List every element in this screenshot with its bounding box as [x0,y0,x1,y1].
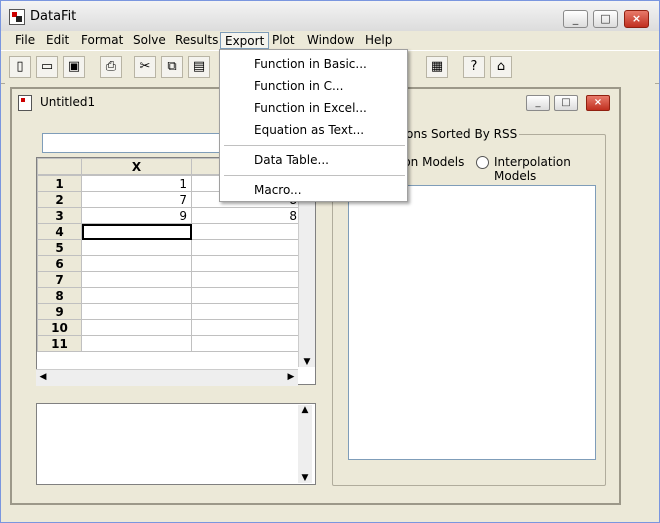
cell-y[interactable] [191,335,302,352]
doc-close-button[interactable]: × [586,95,610,111]
row-header[interactable]: 8 [37,287,82,304]
document-icon [18,95,32,111]
row-header[interactable]: 2 [37,191,82,208]
row-header[interactable]: 9 [37,303,82,320]
notes-scroll-up-icon[interactable]: ▲ [298,405,312,415]
row-header[interactable]: 4 [37,223,82,240]
table-row: 8 [37,287,302,304]
menu-separator [224,145,405,146]
scroll-down-icon[interactable]: ▼ [300,357,314,367]
table-row: 10 [37,319,302,336]
cell-y[interactable]: 8 [191,207,302,224]
cell-x[interactable] [81,271,192,288]
calculator-icon[interactable]: ▦ [426,56,448,78]
export-equation-text[interactable]: Equation as Text... [254,123,364,137]
radio-interpolation-label[interactable]: Interpolation Models [494,155,612,183]
table-row: 11 [37,335,302,352]
export-function-c[interactable]: Function in C... [254,79,343,93]
maximize-button[interactable]: □ [593,10,618,28]
results-list[interactable] [348,185,596,460]
scroll-left-icon[interactable]: ◀ [36,372,50,382]
grid-horizontal-scrollbar[interactable]: ◀ ▶ [36,369,298,386]
menu-help[interactable]: Help [361,32,396,49]
cell-y[interactable] [191,271,302,288]
title-bar[interactable]: DataFit _ □ × [1,1,659,32]
export-data-table[interactable]: Data Table... [254,153,329,167]
doc-minimize-button[interactable]: _ [526,95,550,111]
column-header-x[interactable]: X [81,158,192,175]
menu-solve[interactable]: Solve [129,32,170,49]
table-row: 398 [37,207,302,224]
scroll-right-icon[interactable]: ▶ [284,372,298,382]
table-row: 7 [37,271,302,288]
cell-x[interactable] [81,319,192,336]
menu-window[interactable]: Window [303,32,358,49]
radio-regression-label[interactable]: ion Models [400,155,464,169]
export-function-excel[interactable]: Function in Excel... [254,101,367,115]
notes-scroll-down-icon[interactable]: ▼ [298,473,312,483]
cell-x[interactable] [81,223,192,240]
row-header[interactable]: 5 [37,239,82,256]
table-row: 6 [37,255,302,272]
cell-y[interactable] [191,287,302,304]
menu-file[interactable]: File [11,32,39,49]
radio-interpolation[interactable] [476,156,489,169]
cell-x[interactable] [81,255,192,272]
menu-plot[interactable]: Plot [268,32,299,49]
cell-y[interactable] [191,319,302,336]
export-macro[interactable]: Macro... [254,183,302,197]
export-dropdown: Function in Basic... Function in C... Fu… [219,49,408,202]
notes-textarea[interactable] [36,403,316,485]
cell-x[interactable]: 1 [81,175,192,192]
paste-icon[interactable]: ▤ [188,56,210,78]
menu-results[interactable]: Results [171,32,222,49]
cell-x[interactable] [81,303,192,320]
cell-y[interactable] [191,223,302,240]
table-row: 9 [37,303,302,320]
row-header[interactable]: 10 [37,319,82,336]
table-row: 4 [37,223,302,240]
main-window: DataFit _ □ × File Edit Format Solve Res… [0,0,660,523]
app-icon [9,9,25,25]
open-icon[interactable]: ▭ [36,56,58,78]
cell-y[interactable] [191,303,302,320]
app-title: DataFit [30,9,77,24]
row-header[interactable]: 3 [37,207,82,224]
new-icon[interactable]: ▯ [9,56,31,78]
row-header[interactable]: 7 [37,271,82,288]
cell-y[interactable] [191,239,302,256]
save-icon[interactable]: ▣ [63,56,85,78]
help-icon[interactable]: ? [463,56,485,78]
row-header[interactable]: 6 [37,255,82,272]
table-row: 5 [37,239,302,256]
export-function-basic[interactable]: Function in Basic... [254,57,367,71]
home-icon[interactable]: ⌂ [490,56,512,78]
cell-edit-field[interactable] [42,133,222,153]
notes-scrollbar[interactable]: ▲ ▼ [298,405,312,483]
results-group-label: tions Sorted By RSS [396,127,520,141]
copy-icon[interactable]: ⧉ [161,56,183,78]
menu-separator [224,175,405,176]
cell-x[interactable]: 7 [81,191,192,208]
menu-format[interactable]: Format [77,32,127,49]
minimize-button[interactable]: _ [563,10,588,28]
cell-x[interactable] [81,239,192,256]
row-header[interactable]: 11 [37,335,82,352]
print-icon[interactable]: ⎙ [100,56,122,78]
cell-y[interactable] [191,255,302,272]
cut-icon[interactable]: ✂ [134,56,156,78]
corner-cell[interactable] [37,158,82,175]
row-header[interactable]: 1 [37,175,82,192]
cell-x[interactable] [81,335,192,352]
doc-maximize-button[interactable]: □ [554,95,578,111]
menu-bar: File Edit Format Solve Results Export Pl… [1,31,659,49]
document-title: Untitled1 [40,95,96,109]
menu-edit[interactable]: Edit [42,32,73,49]
close-button[interactable]: × [624,10,649,28]
cell-x[interactable]: 9 [81,207,192,224]
menu-export[interactable]: Export [220,32,270,49]
cell-x[interactable] [81,287,192,304]
